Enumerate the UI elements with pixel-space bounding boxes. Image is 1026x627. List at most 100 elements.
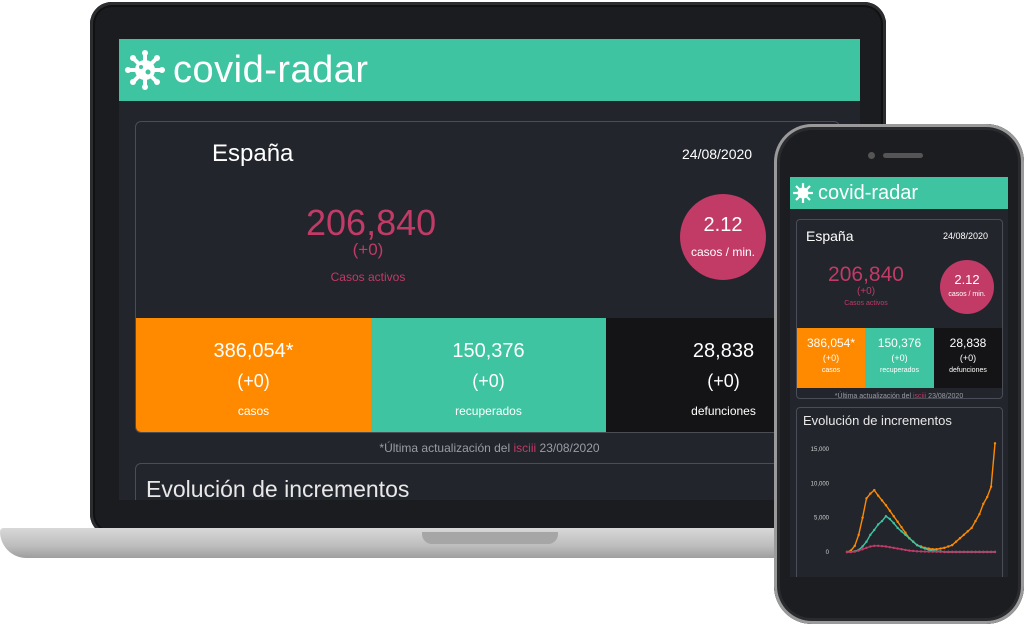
virus-icon [793,183,813,203]
update-note: *Última actualización del isciii 23/08/2… [790,393,1008,400]
phone-camera [868,152,875,159]
series-1-point [861,545,864,548]
app-header-mobile: covid-radar [790,177,1008,209]
series-2-point [861,548,864,551]
evolution-card: Evolución de incrementos [135,463,840,500]
series-2-point [880,544,884,548]
series-0-point [947,545,950,548]
series-0-point [888,509,892,512]
series-1-point [884,515,888,518]
series-1-point [869,533,872,537]
y-tick-label: 5,000 [814,516,830,522]
update-prefix: *Última actualización del [834,393,912,400]
y-tick-label: 15,000 [811,447,830,453]
series-0-point [958,537,962,540]
stat-recovered: 150,376 (+0) recuperados [865,328,934,388]
series-2-point [908,549,911,552]
stat-value: 28,838 [949,336,987,350]
update-source-link[interactable]: isciii [514,441,537,455]
series-2-point [873,544,876,548]
series-0-point [876,494,880,497]
country-title: España [806,228,854,244]
series-0-point [982,502,985,506]
series-2-point [915,550,919,553]
brand-title[interactable]: covid-radar [818,182,918,205]
series-0-point [873,488,876,492]
series-1-point [900,530,903,533]
series-2-point [869,545,872,548]
series-0-point [943,546,946,550]
update-note: *Última actualización del isciii 23/08/2… [119,441,860,455]
stat-value: 386,054* [213,340,294,362]
series-2-point [943,550,946,554]
series-2-point [923,550,927,553]
evolution-title: Evolución de incrementos [803,413,952,428]
stat-cases: 386,054* (+0) casos [136,318,371,432]
active-cases-delta: (+0) [352,240,384,259]
rate-value: 2.12 [954,272,980,287]
series-1-point [865,540,868,543]
series-0-point [857,533,860,537]
series-1-point [873,528,876,532]
laptop-notch [422,532,558,544]
series-1-point [888,517,892,521]
evolution-chart: 15,000 10,000 5,000 0 [811,442,997,556]
series-2-point [993,550,997,554]
series-1-point [876,523,880,526]
series-2-point [927,550,930,553]
series-0-point [939,547,942,550]
series-1-point [919,545,923,549]
update-source-link[interactable]: isciii [913,393,926,400]
stat-delta: (+0) [237,371,270,391]
series-2-point [962,550,966,554]
phone-screen: covid-radar España 24/08/2020 206,840 (+… [790,177,1008,577]
stat-label: defunciones [949,367,987,374]
report-date: 24/08/2020 [682,146,753,162]
series-0-point [935,548,938,551]
series-2-point [931,550,934,553]
stat-label: casos [237,404,270,418]
series-0-point [853,544,856,548]
series-2-point [865,546,868,550]
series-1-point [912,540,915,543]
series-2-point [978,550,981,554]
active-cases-delta: (+0) [856,286,876,297]
stat-label: casos [821,367,841,374]
series-0-point [954,540,958,543]
rate-badge: 2.12 casos / min. [940,260,994,314]
phone-speaker [883,153,923,158]
series-2-point [970,550,973,554]
virus-icon [125,50,165,90]
series-2-point [849,550,853,554]
series-2-point [947,550,950,554]
series-0-point [869,492,872,495]
update-date: 23/08/2020 [928,393,964,400]
series-2-point [919,550,923,553]
series-2-point [884,545,888,548]
series-2-point [935,550,938,553]
brand-title[interactable]: covid-radar [173,49,369,92]
series-2-point [939,550,942,554]
series-2-point [876,544,880,548]
series-0-point [986,495,989,499]
series-1-point [923,547,927,550]
active-cases-label: Casos activos [844,300,888,307]
series-0-point [880,499,884,502]
series-0-point [900,526,903,529]
series-2-point [989,550,993,554]
stat-delta: (+0) [959,353,977,363]
stat-delta: (+0) [891,353,908,363]
summary-card: España 24/08/2020 206,840 (+0) Casos act… [135,121,840,433]
series-0-point [970,526,973,530]
rate-value: 2.12 [703,214,743,236]
series-2-point [857,549,860,552]
report-date: 24/08/2020 [943,231,989,241]
series-2-point [845,550,849,554]
stat-delta: (+0) [822,353,840,363]
series-1-point [896,526,899,530]
series-0-point [896,520,899,523]
series-2-point [982,550,985,554]
series-2-point [954,550,958,554]
series-0-point [993,442,997,445]
series-2-point [888,545,892,549]
